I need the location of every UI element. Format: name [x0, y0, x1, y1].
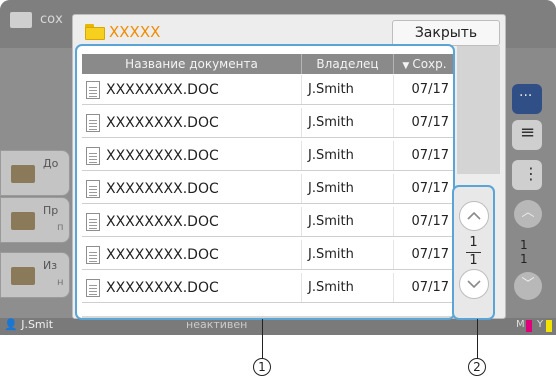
- callout-1-leader: [262, 319, 263, 359]
- document-icon: [86, 212, 100, 231]
- page-down-button[interactable]: [459, 269, 489, 299]
- background-edit-sublabel: н: [57, 277, 64, 288]
- row-name-cell: XXXXXXXX.DOC: [82, 273, 302, 302]
- row-file-name: XXXXXXXX.DOC: [106, 114, 219, 131]
- page-total: 1: [469, 253, 478, 268]
- callout-1: 1: [253, 358, 271, 376]
- background-edit-label: Из: [43, 259, 58, 272]
- row-file-name: XXXXXXXX.DOC: [106, 246, 219, 263]
- chevron-up-icon: [467, 211, 481, 220]
- folder-name: XXXXX: [109, 23, 161, 41]
- status-user: 👤 J.Smit: [4, 318, 54, 331]
- table-row[interactable]: XXXXXXXX.DOC J.Smith 07/17: [82, 75, 453, 105]
- row-file-name: XXXXXXXX.DOC: [106, 81, 219, 98]
- table-row[interactable]: XXXXXXXX.DOC J.Smith 07/17: [82, 141, 453, 171]
- page-current: 1: [469, 235, 478, 250]
- background-edit-button[interactable]: Из н: [0, 252, 70, 298]
- list-bottom-edge: [82, 316, 453, 318]
- row-owner: J.Smith: [302, 273, 394, 302]
- row-date: 07/17: [411, 214, 449, 229]
- row-date: 07/17: [411, 148, 449, 163]
- table-row[interactable]: XXXXXXXX.DOC J.Smith 07/17: [82, 273, 453, 303]
- table-row[interactable]: XXXXXXXX.DOC J.Smith 07/17: [82, 108, 453, 138]
- screenshot-stage: сох До Пр п Из н ︿ 1 1 ﹀ 👤 J.Smit неакти…: [0, 0, 556, 378]
- document-icon: [86, 113, 100, 132]
- document-icon: [86, 278, 100, 297]
- row-date: 07/17: [411, 181, 449, 196]
- background-page-counter: 1 1: [520, 238, 528, 266]
- document-icon: [86, 179, 100, 198]
- background-add-button[interactable]: До: [0, 150, 70, 196]
- more-menu-icon[interactable]: [512, 160, 542, 190]
- chevron-down-icon: [467, 280, 481, 289]
- ink-letter-y: Y: [537, 319, 544, 330]
- background-folder-title: сох: [40, 12, 63, 27]
- row-date: 07/17: [411, 115, 449, 130]
- sort-desc-icon: ▼: [402, 61, 410, 71]
- row-name-cell: XXXXXXXX.DOC: [82, 75, 302, 104]
- background-status-bar: [0, 318, 556, 335]
- ink-magenta-indicator: [526, 320, 532, 332]
- row-file-name: XXXXXXXX.DOC: [106, 213, 219, 230]
- callout-2-leader: [477, 319, 478, 359]
- row-owner: J.Smith: [302, 174, 394, 203]
- folder-icon: [85, 24, 105, 40]
- table-row[interactable]: XXXXXXXX.DOC J.Smith 07/17: [82, 240, 453, 270]
- background-page-current: 1: [520, 238, 528, 252]
- background-open-sublabel: п: [57, 222, 64, 233]
- list-header: Название документа Владелец ▼ Сохр.: [82, 54, 453, 74]
- ink-yellow-indicator: [546, 320, 552, 332]
- background-add-label: До: [43, 157, 59, 170]
- file-list-dialog: XXXXX Закрыть Название документа Владеле…: [72, 14, 506, 320]
- status-user-name: J.Smit: [21, 318, 54, 331]
- document-list: Название документа Владелец ▼ Сохр. XXXXX…: [75, 44, 455, 320]
- background-page-total: 1: [520, 252, 528, 266]
- row-owner: J.Smith: [302, 141, 394, 170]
- ink-letter-m: M: [516, 319, 525, 330]
- row-name-cell: XXXXXXXX.DOC: [82, 108, 302, 137]
- column-header-name[interactable]: Название документа: [82, 54, 302, 74]
- background-folder-icon: [10, 12, 32, 28]
- list-view-icon[interactable]: [512, 120, 542, 150]
- row-file-name: XXXXXXXX.DOC: [106, 279, 219, 296]
- row-date: 07/17: [411, 82, 449, 97]
- folder-icon: [11, 212, 35, 230]
- row-name-cell: XXXXXXXX.DOC: [82, 240, 302, 269]
- row-owner: J.Smith: [302, 75, 394, 104]
- page-up-button[interactable]: [459, 201, 489, 231]
- column-header-date[interactable]: ▼ Сохр.: [394, 54, 453, 74]
- table-row[interactable]: XXXXXXXX.DOC J.Smith 07/17: [82, 174, 453, 204]
- row-file-name: XXXXXXXX.DOC: [106, 147, 219, 164]
- document-icon: [86, 146, 100, 165]
- callout-2: 2: [468, 358, 486, 376]
- row-date: 07/17: [411, 247, 449, 262]
- row-name-cell: XXXXXXXX.DOC: [82, 141, 302, 170]
- row-file-name: XXXXXXXX.DOC: [106, 180, 219, 197]
- document-icon: [86, 80, 100, 99]
- background-page-down-icon[interactable]: ﹀: [514, 272, 542, 300]
- page-navigation: 1 1: [452, 185, 495, 320]
- add-folder-icon: [11, 165, 35, 183]
- column-header-owner[interactable]: Владелец: [302, 54, 394, 74]
- column-header-date-label: Сохр.: [412, 57, 447, 71]
- row-owner: J.Smith: [302, 240, 394, 269]
- row-name-cell: XXXXXXXX.DOC: [82, 174, 302, 203]
- row-owner: J.Smith: [302, 207, 394, 236]
- background-open-button[interactable]: Пр п: [0, 197, 70, 243]
- thumbnail-view-icon[interactable]: [512, 84, 542, 114]
- scroll-area-strip: [457, 46, 500, 174]
- dialog-title: XXXXX: [85, 20, 160, 44]
- table-row[interactable]: XXXXXXXX.DOC J.Smith 07/17: [82, 207, 453, 237]
- document-icon: [86, 245, 100, 264]
- close-button[interactable]: Закрыть: [392, 20, 500, 46]
- background-page-up-icon[interactable]: ︿: [514, 200, 542, 228]
- edit-document-icon: [11, 267, 35, 285]
- background-open-label: Пр: [43, 204, 59, 217]
- row-name-cell: XXXXXXXX.DOC: [82, 207, 302, 236]
- row-date: 07/17: [411, 280, 449, 295]
- row-owner: J.Smith: [302, 108, 394, 137]
